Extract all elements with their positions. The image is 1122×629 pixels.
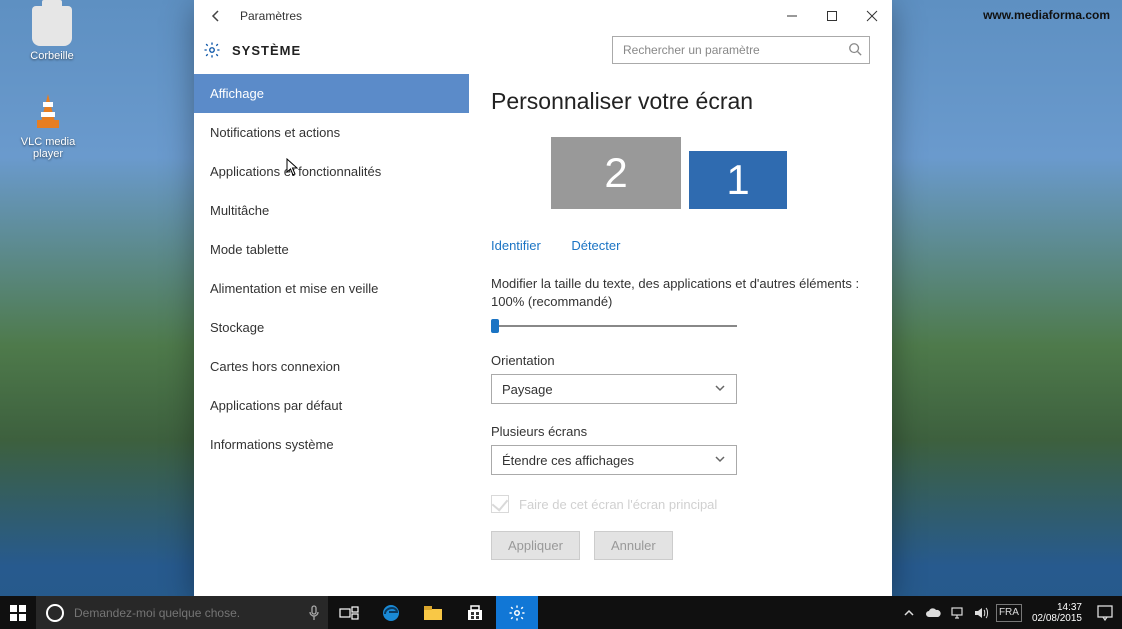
main-screen-checkbox-row: Faire de cet écran l'écran principal (491, 495, 870, 513)
nav-item-cartes-hors-connexion[interactable]: Cartes hors connexion (194, 347, 469, 386)
orientation-label: Orientation (491, 353, 870, 368)
nav-item-affichage[interactable]: Affichage (194, 74, 469, 113)
slider-thumb[interactable] (491, 319, 499, 333)
desktop-icon-label: Corbeille (18, 50, 86, 62)
clock-date: 02/08/2015 (1032, 613, 1082, 624)
search-icon (848, 42, 862, 61)
nav-item-informations-syst-me[interactable]: Informations système (194, 425, 469, 464)
cancel-button: Annuler (594, 531, 673, 560)
multi-label: Plusieurs écrans (491, 424, 870, 439)
chevron-down-icon (714, 453, 726, 468)
scale-label: Modifier la taille du texte, des applica… (491, 275, 870, 311)
titlebar: Paramètres (194, 0, 892, 32)
system-tray: FRA 14:37 02/08/2015 (900, 602, 1122, 624)
multi-select[interactable]: Étendre ces affichages (491, 445, 737, 475)
desktop-icon-label: VLC media player (14, 136, 82, 160)
clock-time: 14:37 (1057, 602, 1082, 613)
monitor-actions: Identifier Détecter (491, 237, 870, 255)
recycle-bin-icon (32, 6, 72, 46)
tray-onedrive-icon[interactable] (924, 604, 942, 622)
chevron-down-icon (714, 382, 726, 397)
tray-chevron-up-icon[interactable] (900, 604, 918, 622)
window-title: Paramètres (230, 9, 302, 23)
monitor-2[interactable]: 2 (551, 137, 681, 209)
cortana-input[interactable] (74, 606, 300, 620)
identify-link[interactable]: Identifier (491, 238, 541, 253)
orientation-select[interactable]: Paysage (491, 374, 737, 404)
tray-volume-icon[interactable] (972, 604, 990, 622)
multi-value: Étendre ces affichages (502, 453, 634, 468)
search-input[interactable] (612, 36, 870, 64)
nav-item-mode-tablette[interactable]: Mode tablette (194, 230, 469, 269)
settings-window: Paramètres SYSTÈME AffichageNotification… (194, 0, 892, 596)
taskbar: FRA 14:37 02/08/2015 (0, 596, 1122, 629)
maximize-button[interactable] (812, 0, 852, 32)
action-center-icon[interactable] (1096, 604, 1114, 622)
monitor-layout[interactable]: 2 1 (551, 137, 870, 209)
desktop-icon-recycle[interactable]: Corbeille (18, 6, 86, 62)
minimize-button[interactable] (772, 0, 812, 32)
nav-item-applications-et-fonctionnalit-s[interactable]: Applications et fonctionnalités (194, 152, 469, 191)
cortana-search[interactable] (36, 596, 328, 629)
nav-item-applications-par-d-faut[interactable]: Applications par défaut (194, 386, 469, 425)
main-screen-check-label: Faire de cet écran l'écran principal (519, 497, 717, 512)
gear-icon (202, 40, 222, 60)
nav-item-alimentation-et-mise-en-veille[interactable]: Alimentation et mise en veille (194, 269, 469, 308)
taskbar-clock[interactable]: 14:37 02/08/2015 (1028, 602, 1086, 624)
desktop: www.mediaforma.com Corbeille VLC media p… (0, 0, 1122, 629)
desktop-icon-vlc[interactable]: VLC media player (14, 92, 82, 160)
orientation-value: Paysage (502, 382, 553, 397)
side-nav: AffichageNotifications et actionsApplica… (194, 70, 469, 596)
nav-item-multit-che[interactable]: Multitâche (194, 191, 469, 230)
header-title: SYSTÈME (232, 43, 301, 58)
detect-link[interactable]: Détecter (571, 238, 620, 253)
watermark: www.mediaforma.com (983, 8, 1110, 22)
header-bar: SYSTÈME (194, 32, 892, 68)
mic-icon[interactable] (300, 596, 328, 629)
nav-item-stockage[interactable]: Stockage (194, 308, 469, 347)
page-heading: Personnaliser votre écran (491, 88, 870, 115)
scale-slider[interactable] (491, 317, 737, 335)
monitor-1[interactable]: 1 (689, 151, 787, 209)
apply-button: Appliquer (491, 531, 580, 560)
back-button[interactable] (202, 2, 230, 30)
settings-taskbar-button[interactable] (496, 596, 538, 629)
store-button[interactable] (454, 596, 496, 629)
search-wrap (612, 36, 870, 64)
explorer-button[interactable] (412, 596, 454, 629)
start-button[interactable] (0, 596, 36, 629)
taskbar-apps (328, 596, 538, 629)
task-view-button[interactable] (328, 596, 370, 629)
edge-button[interactable] (370, 596, 412, 629)
checkbox (491, 495, 509, 513)
tray-network-icon[interactable] (948, 604, 966, 622)
tray-language-icon[interactable]: FRA (996, 604, 1022, 622)
content-pane: Personnaliser votre écran 2 1 Identifier… (469, 70, 892, 596)
cortana-icon (46, 604, 64, 622)
close-button[interactable] (852, 0, 892, 32)
nav-item-notifications-et-actions[interactable]: Notifications et actions (194, 113, 469, 152)
vlc-icon (28, 92, 68, 132)
